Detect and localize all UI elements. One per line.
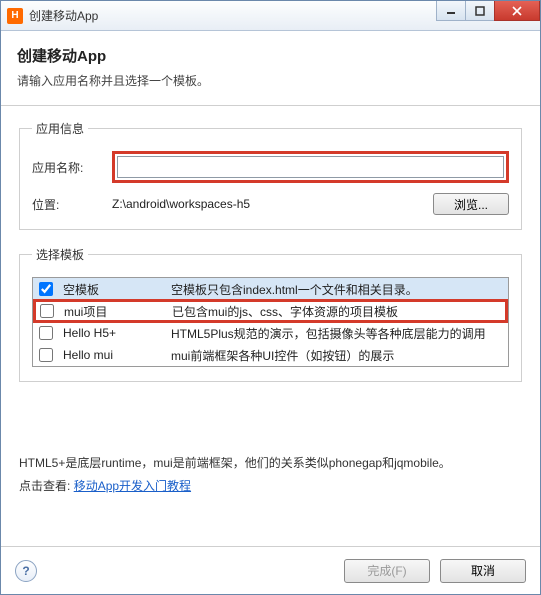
title-bar: H 创建移动App: [1, 1, 540, 31]
maximize-button[interactable]: [465, 1, 495, 21]
template-group: 选择模板 空模板空模板只包含index.html一个文件和相关目录。mui项目已…: [19, 246, 522, 382]
template-checkbox[interactable]: [39, 348, 53, 362]
template-desc: HTML5Plus规范的演示，包括摄像头等各种底层能力的调用: [171, 325, 502, 342]
template-checkbox[interactable]: [40, 304, 54, 318]
template-row[interactable]: mui项目已包含mui的js、css、字体资源的项目模板: [33, 299, 508, 323]
template-row[interactable]: Hello H5+HTML5Plus规范的演示，包括摄像头等各种底层能力的调用: [33, 322, 508, 344]
finish-button[interactable]: 完成(F): [344, 559, 430, 583]
app-info-group: 应用信息 应用名称: 位置: Z:\android\workspaces-h5 …: [19, 120, 522, 230]
template-desc: 空模板只包含index.html一个文件和相关目录。: [171, 281, 502, 298]
help-icon[interactable]: ?: [15, 560, 37, 582]
template-legend: 选择模板: [32, 246, 88, 263]
page-title: 创建移动App: [17, 45, 524, 66]
template-name: Hello mui: [63, 348, 171, 362]
app-icon: H: [7, 8, 23, 24]
template-name: 空模板: [63, 281, 171, 298]
app-name-input[interactable]: [117, 156, 504, 178]
app-name-highlight: [112, 151, 509, 183]
app-info-legend: 应用信息: [32, 120, 88, 137]
minimize-button[interactable]: [436, 1, 466, 21]
template-list: 空模板空模板只包含index.html一个文件和相关目录。mui项目已包含mui…: [32, 277, 509, 367]
template-row[interactable]: Hello muimui前端框架各种UI控件（如按钮）的展示: [33, 344, 508, 366]
app-name-label: 应用名称:: [32, 159, 112, 176]
dialog-header: 创建移动App 请输入应用名称并且选择一个模板。: [1, 31, 540, 105]
template-name: Hello H5+: [63, 326, 171, 340]
close-button[interactable]: [494, 1, 540, 21]
note-line2-prefix: 点击查看:: [19, 479, 70, 493]
template-checkbox[interactable]: [39, 282, 53, 296]
template-desc: mui前端框架各种UI控件（如按钮）的展示: [171, 347, 502, 364]
dialog-footer: ? 完成(F) 取消: [1, 546, 540, 594]
template-checkbox[interactable]: [39, 326, 53, 340]
window-title: 创建移动App: [29, 7, 98, 24]
page-subtitle: 请输入应用名称并且选择一个模板。: [17, 72, 524, 89]
template-desc: 已包含mui的js、css、字体资源的项目模板: [172, 303, 501, 320]
template-row[interactable]: 空模板空模板只包含index.html一个文件和相关目录。: [33, 278, 508, 300]
note-line1: HTML5+是底层runtime，mui是前端框架，他们的关系类似phonega…: [19, 452, 522, 475]
template-name: mui项目: [64, 303, 172, 320]
cancel-button[interactable]: 取消: [440, 559, 526, 583]
tutorial-link[interactable]: 移动App开发入门教程: [74, 479, 191, 493]
location-value: Z:\android\workspaces-h5: [112, 197, 423, 211]
location-label: 位置:: [32, 196, 112, 213]
browse-button[interactable]: 浏览...: [433, 193, 509, 215]
note-text: HTML5+是底层runtime，mui是前端框架，他们的关系类似phonega…: [19, 452, 522, 498]
